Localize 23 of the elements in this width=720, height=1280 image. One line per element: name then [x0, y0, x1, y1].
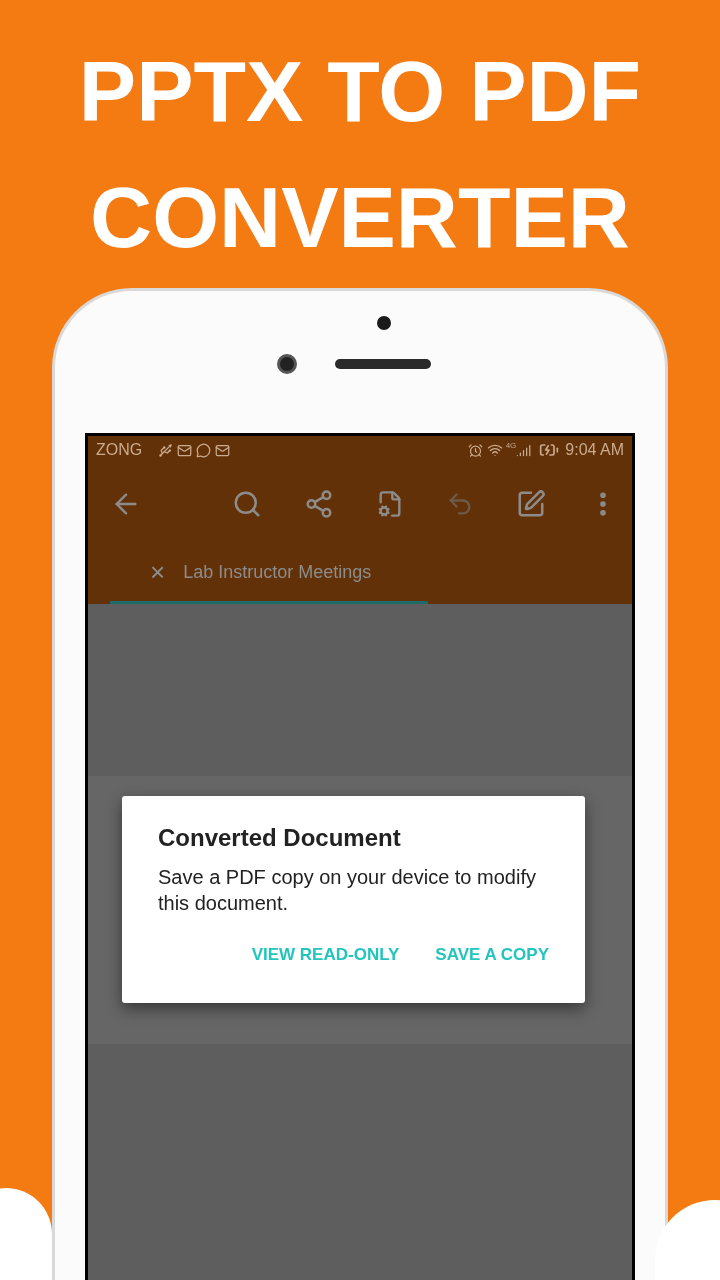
sensor-icon [377, 316, 391, 330]
close-icon[interactable]: × [150, 553, 166, 592]
search-icon[interactable] [232, 489, 262, 519]
tab-title: Lab Instructor Meetings [183, 561, 372, 584]
signal-icon [516, 442, 532, 458]
edit-icon[interactable] [516, 489, 546, 519]
mail-icon [215, 442, 231, 458]
chat-icon [196, 442, 212, 458]
dialog-button[interactable]: SAVE A COPY [435, 942, 549, 968]
alarm-icon [467, 442, 483, 458]
camera-icon [277, 354, 297, 374]
headline: PPTX TO PDF CONVERTER [77, 42, 643, 267]
mail-icon [177, 442, 193, 458]
clock-time: 9:04 AM [565, 440, 624, 460]
wifi-icon [486, 442, 503, 458]
dialog-message: Save a PDF copy on your device to modify this document. [158, 865, 537, 916]
share-icon[interactable] [304, 489, 334, 519]
dialog-button[interactable]: VIEW READ-ONLY [251, 942, 400, 968]
network-type: 4G [505, 440, 517, 452]
dialog-title: Converted Document [158, 823, 402, 853]
usb-icon [158, 442, 174, 458]
carrier-name: ZONG [96, 440, 143, 460]
document-settings-icon[interactable] [376, 490, 404, 518]
